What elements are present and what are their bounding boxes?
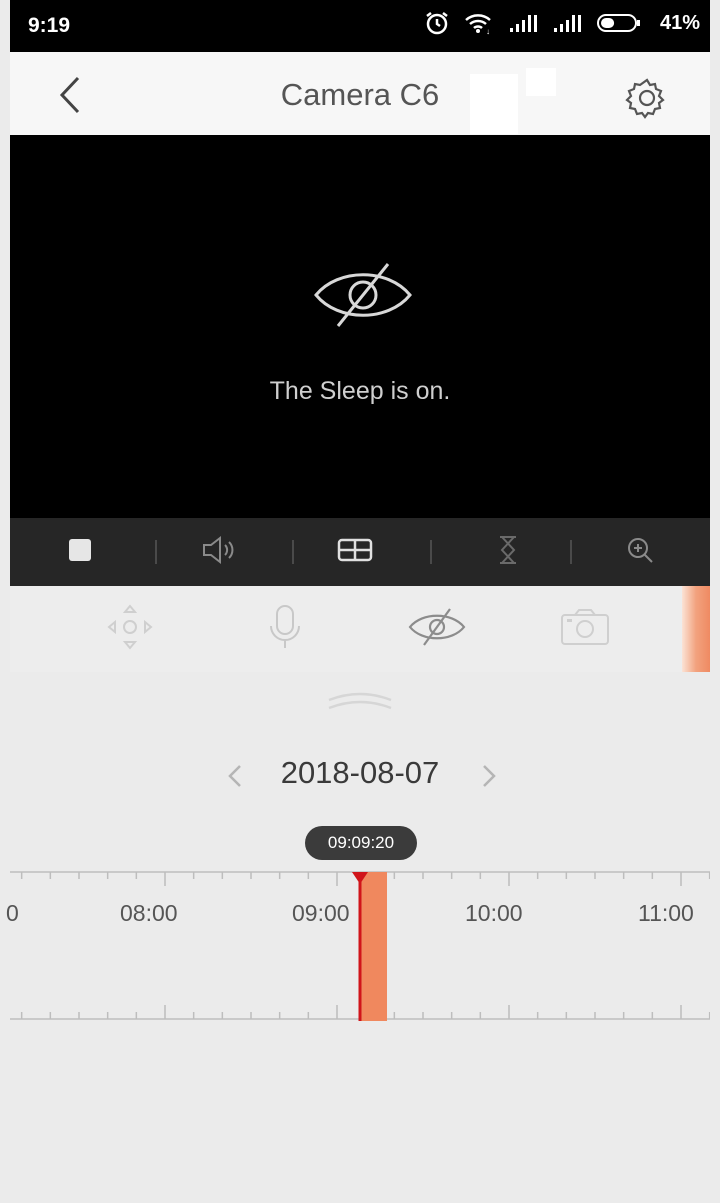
zoom-in-icon: [625, 535, 655, 570]
speaker-icon: [200, 535, 240, 570]
record-tab[interactable]: [682, 586, 710, 672]
hour-label: 0: [6, 900, 19, 926]
white-overlay: [526, 68, 556, 96]
svg-text:↓: ↓: [486, 27, 490, 35]
playback-timeline[interactable]: 0 08:00 09:00 10:00 11:00: [6, 862, 710, 1028]
hour-label: 09:00: [292, 900, 350, 926]
hour-label: 08:00: [120, 900, 178, 926]
zoom-button[interactable]: [610, 518, 670, 586]
talk-button[interactable]: [255, 586, 315, 672]
hour-label: 10:00: [465, 900, 523, 926]
battery-icon: [596, 12, 642, 34]
snapshot-button[interactable]: [555, 586, 615, 672]
hourglass-icon: [497, 534, 519, 571]
status-time: 9:19: [28, 14, 71, 37]
signal-icon-2: [552, 12, 582, 34]
video-view[interactable]: The Sleep is on.: [10, 135, 710, 518]
volume-button[interactable]: [190, 518, 250, 586]
privacy-button[interactable]: [402, 586, 472, 672]
divider: [430, 540, 432, 564]
chevron-left-icon: [222, 765, 248, 798]
current-time-bubble: 09:09:20: [305, 826, 417, 860]
battery-percent: 41%: [659, 11, 700, 34]
white-overlay: [470, 74, 518, 134]
eye-slash-icon: [308, 260, 418, 330]
alarm-icon: [424, 10, 450, 36]
recording-segment: [361, 872, 387, 1021]
status-bar: 9:19 ↓ 41%: [10, 0, 710, 52]
grid-icon: [337, 538, 373, 567]
previous-date-button[interactable]: [222, 758, 248, 794]
sleep-message: The Sleep is on.: [269, 377, 451, 405]
top-nav-bar: Camera C6: [10, 52, 710, 135]
hour-label: 11:00: [638, 900, 694, 926]
gear-icon[interactable]: [625, 76, 669, 120]
function-bar: [10, 586, 710, 672]
wifi-icon: ↓: [464, 11, 494, 35]
microphone-icon: [267, 602, 303, 657]
ptz-button[interactable]: [100, 586, 160, 672]
split-screen-button[interactable]: [325, 518, 385, 586]
signal-icon-1: [508, 12, 538, 34]
divider: [570, 540, 572, 564]
page-title: Camera C6: [280, 77, 440, 112]
clarity-button[interactable]: [478, 518, 538, 586]
ptz-direction-icon: [105, 602, 155, 657]
playback-date[interactable]: 2018-08-07: [260, 755, 460, 791]
stop-button[interactable]: [50, 518, 110, 586]
next-date-button[interactable]: [476, 758, 502, 794]
stop-icon: [67, 537, 93, 568]
camera-icon: [559, 607, 611, 652]
playback-control-bar: [10, 518, 710, 586]
divider: [155, 540, 157, 564]
divider: [292, 540, 294, 564]
eye-slash-icon: [406, 607, 468, 652]
drawer-handle[interactable]: [325, 686, 395, 716]
chevron-right-icon: [476, 765, 502, 798]
status-icons: ↓ 41%: [424, 10, 700, 36]
